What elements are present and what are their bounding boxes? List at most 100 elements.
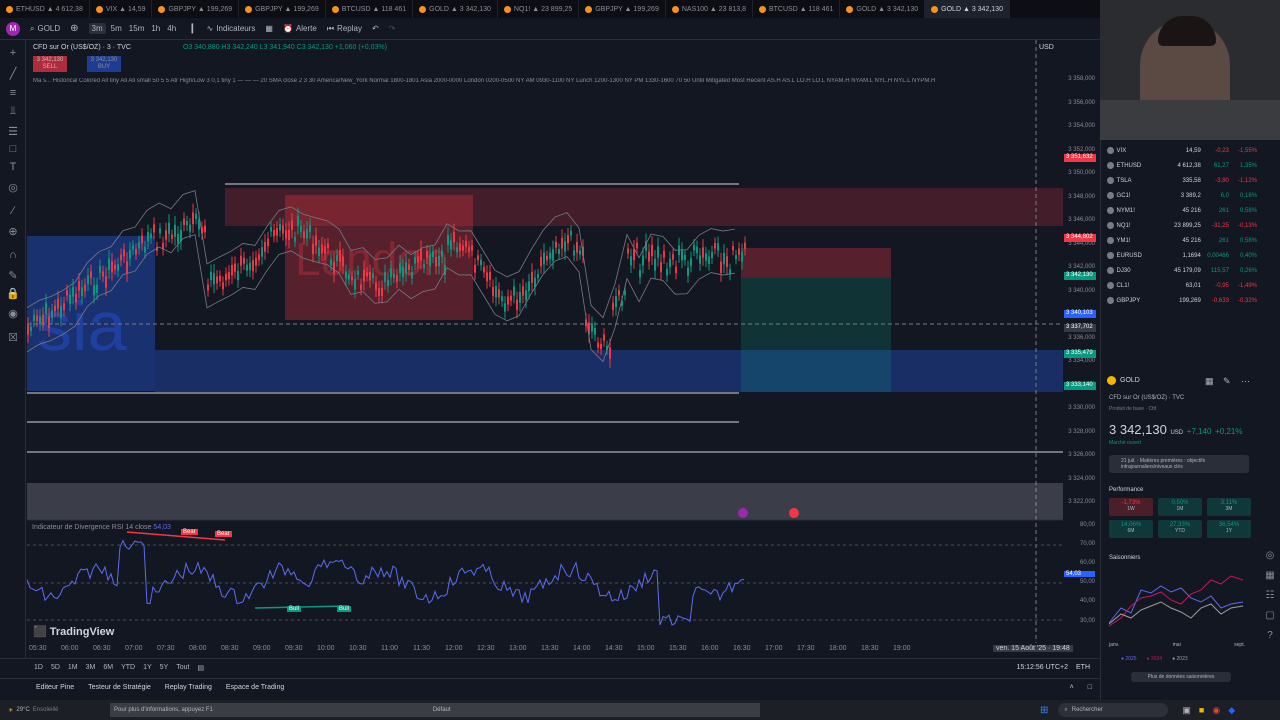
interval-1h[interactable]: 1h [149, 23, 162, 34]
app-icon[interactable]: ◆ [1228, 705, 1235, 716]
panel-tab[interactable]: Espace de Trading [226, 684, 284, 691]
performance-cell[interactable]: 0,50% 1M [1158, 498, 1202, 516]
taskview-icon[interactable]: ▣ [1182, 705, 1191, 716]
rsi-legend[interactable]: Indicateur de Divergence RSI 14 close 54… [32, 524, 171, 531]
range-3M[interactable]: 3M [86, 664, 96, 671]
session-label[interactable]: ETH [1076, 664, 1090, 671]
tab-8[interactable]: NAS100 ▲ 23 813,8 [666, 0, 753, 18]
currency-label[interactable]: USD [1039, 44, 1054, 51]
date-range-icon[interactable]: ▤ [197, 664, 204, 672]
collapse-panel-icon[interactable]: ˄ [1070, 684, 1074, 691]
ruler-icon[interactable]: ∕ [6, 204, 20, 218]
watchlist-row[interactable]: NQ1! 23 899,25 -31,25 -0,13% [1107, 218, 1257, 233]
layout-icon[interactable]: ▦ [265, 24, 273, 33]
interval-3m[interactable]: 3m [88, 23, 106, 34]
range-5D[interactable]: 5D [51, 664, 60, 671]
chart-title[interactable]: CFD sur Or (US$/OZ) · 3 · TVC [33, 44, 131, 51]
watchlist-row[interactable]: EURUSD 1,1694 0,00466 0,40% [1107, 248, 1257, 263]
news-card[interactable]: 21 juil. · Matières premières : objectif… [1109, 455, 1249, 473]
tab-10[interactable]: GOLD ▲ 3 342,130 [840, 0, 926, 18]
position-stop-zone[interactable] [741, 248, 891, 278]
rectangle-icon[interactable]: □ [6, 142, 20, 156]
windows-start-icon[interactable]: ⊞ [1040, 705, 1048, 716]
tab-7[interactable]: GBPJPY ▲ 199,269 [579, 0, 666, 18]
range-5Y[interactable]: 5Y [160, 664, 169, 671]
range-YTD[interactable]: YTD [121, 664, 135, 671]
tab-2[interactable]: GBPJPY ▲ 199,269 [152, 0, 240, 18]
chrome-icon[interactable]: ◉ [1212, 705, 1220, 716]
performance-cell[interactable]: 14,06% 6M [1109, 520, 1153, 538]
zoom-icon[interactable]: ⊕ [6, 224, 20, 238]
calendar-icon[interactable]: ▦ [1260, 570, 1280, 590]
details-symbol[interactable]: GOLD [1120, 377, 1140, 384]
target-icon[interactable]: ◎ [1260, 550, 1280, 570]
performance-cell[interactable]: 3,11% 3M [1207, 498, 1251, 516]
chart-pane[interactable]: sia London CFD sur Or (US$/OZ) · 3 · TVC… [27, 40, 1097, 660]
interval-4h[interactable]: 4h [165, 23, 178, 34]
watchlist-row[interactable]: ETHUSD 4 612,38 61,27 1,35% [1107, 158, 1257, 173]
more-icon[interactable]: ⋯ [1241, 376, 1250, 387]
interval-5m[interactable]: 5m [109, 23, 124, 34]
performance-cell[interactable]: 27,33% YTD [1158, 520, 1202, 538]
alert-button[interactable]: ⏰ Alerte [283, 24, 317, 33]
position-target-zone[interactable] [741, 278, 891, 392]
tab-5[interactable]: GOLD ▲ 3 342,130 [413, 0, 498, 18]
grid-icon[interactable]: ▦ [1205, 376, 1214, 387]
help-icon[interactable]: ? [1260, 630, 1280, 650]
event-icon[interactable] [738, 508, 748, 518]
watchlist-row[interactable]: TSLA 335,58 -3,80 -1,12% [1107, 173, 1257, 188]
eye-icon[interactable]: ◉ [6, 306, 20, 320]
magnet-icon[interactable]: ∩ [6, 248, 20, 262]
performance-cell[interactable]: 36,54% 1Y [1207, 520, 1251, 538]
panel-tab[interactable]: Replay Trading [165, 684, 212, 691]
lock-draw-icon[interactable]: ✎ [6, 268, 20, 282]
tradingview-logo[interactable]: ⬛ TradingView [33, 625, 114, 638]
panel-tab[interactable]: Editeur Pine [36, 684, 74, 691]
range-1D[interactable]: 1D [34, 664, 43, 671]
event-icon[interactable] [789, 508, 799, 518]
chart-canvas[interactable]: sia London [27, 40, 1097, 643]
undo-icon[interactable]: ↶ [372, 24, 379, 33]
tab-0[interactable]: ETHUSD ▲ 4 612,38 [0, 0, 90, 18]
edit-icon[interactable]: ✎ [1223, 376, 1231, 387]
horizontal-lines-icon[interactable]: ≡ [6, 86, 20, 100]
price-axis[interactable]: 3 358,000 3 356,000 3 354,000 3 352,000 3 35… [1063, 40, 1097, 640]
interval-15m[interactable]: 15m [127, 23, 147, 34]
avatar[interactable]: M [6, 21, 20, 36]
tab-9[interactable]: BTCUSD ▲ 118 461 [753, 0, 841, 18]
watchlist-row[interactable]: DJ30 45 179,09 115,57 0,26% [1107, 263, 1257, 278]
indicator-legend[interactable]: Ma s... Historical Colored All tiny All … [33, 78, 1033, 84]
panel-tab[interactable]: Testeur de Stratégie [88, 684, 151, 691]
lock-icon[interactable]: 🔒 [6, 286, 20, 300]
pitchfork-icon[interactable]: ⫫ [6, 104, 20, 118]
more-seasonals-button[interactable]: Plus de données saisonnières [1131, 672, 1231, 682]
trash-icon[interactable]: ☒ [6, 330, 20, 344]
apps-icon[interactable]: ☷ [1260, 590, 1280, 610]
trendline-icon[interactable]: ╱ [6, 66, 20, 80]
candle-type-icon[interactable]: ❙ [188, 23, 196, 34]
add-symbol-icon[interactable]: ⊕ [70, 23, 78, 34]
symbol-search[interactable]: ⌕ GOLD [30, 24, 60, 34]
tab-4[interactable]: BTCUSD ▲ 118 461 [326, 0, 414, 18]
watchlist-row[interactable]: VIX 14,59 -0,23 -1,55% [1107, 143, 1257, 158]
chat-icon[interactable]: ▢ [1260, 610, 1280, 630]
maximize-panel-icon[interactable]: □ [1088, 684, 1092, 691]
time-axis[interactable]: 19:00 18:30 18:00 17:30 17:00 16:30 16:00 15:30… [27, 643, 1097, 657]
weather-widget[interactable]: ☀ 29°C Ensoleillé [0, 707, 110, 714]
range-Tout[interactable]: Tout [176, 664, 189, 671]
replay-button[interactable]: ⏮ Replay [327, 24, 362, 34]
tab-6[interactable]: NQ1! ▲ 23 899,25 [498, 0, 580, 18]
text-icon[interactable]: T [6, 160, 20, 174]
performance-cell[interactable]: -1,73% 1W [1109, 498, 1153, 516]
watchlist-row[interactable]: NYM1! 45 216 261 0,58% [1107, 203, 1257, 218]
buy-button[interactable]: 3 342,130 BUY [87, 56, 121, 72]
crosshair-icon[interactable]: + [6, 46, 20, 60]
taskbar-search[interactable]: ⌕ Rechercher [1058, 703, 1169, 717]
tab-1[interactable]: VIX ▲ 14,59 [90, 0, 153, 18]
details-name[interactable]: CFD sur Or (US$/OZ) · TVC [1109, 395, 1184, 401]
watchlist-row[interactable]: GC1! 3 389,2 6,0 0,18% [1107, 188, 1257, 203]
watchlist-row[interactable]: GBPJPY 199,269 -0,633 -0,32% [1107, 293, 1257, 308]
explorer-icon[interactable]: ■ [1199, 705, 1204, 715]
range-1M[interactable]: 1M [68, 664, 78, 671]
clock[interactable]: 15:12:56 UTC+2 [1016, 664, 1068, 671]
